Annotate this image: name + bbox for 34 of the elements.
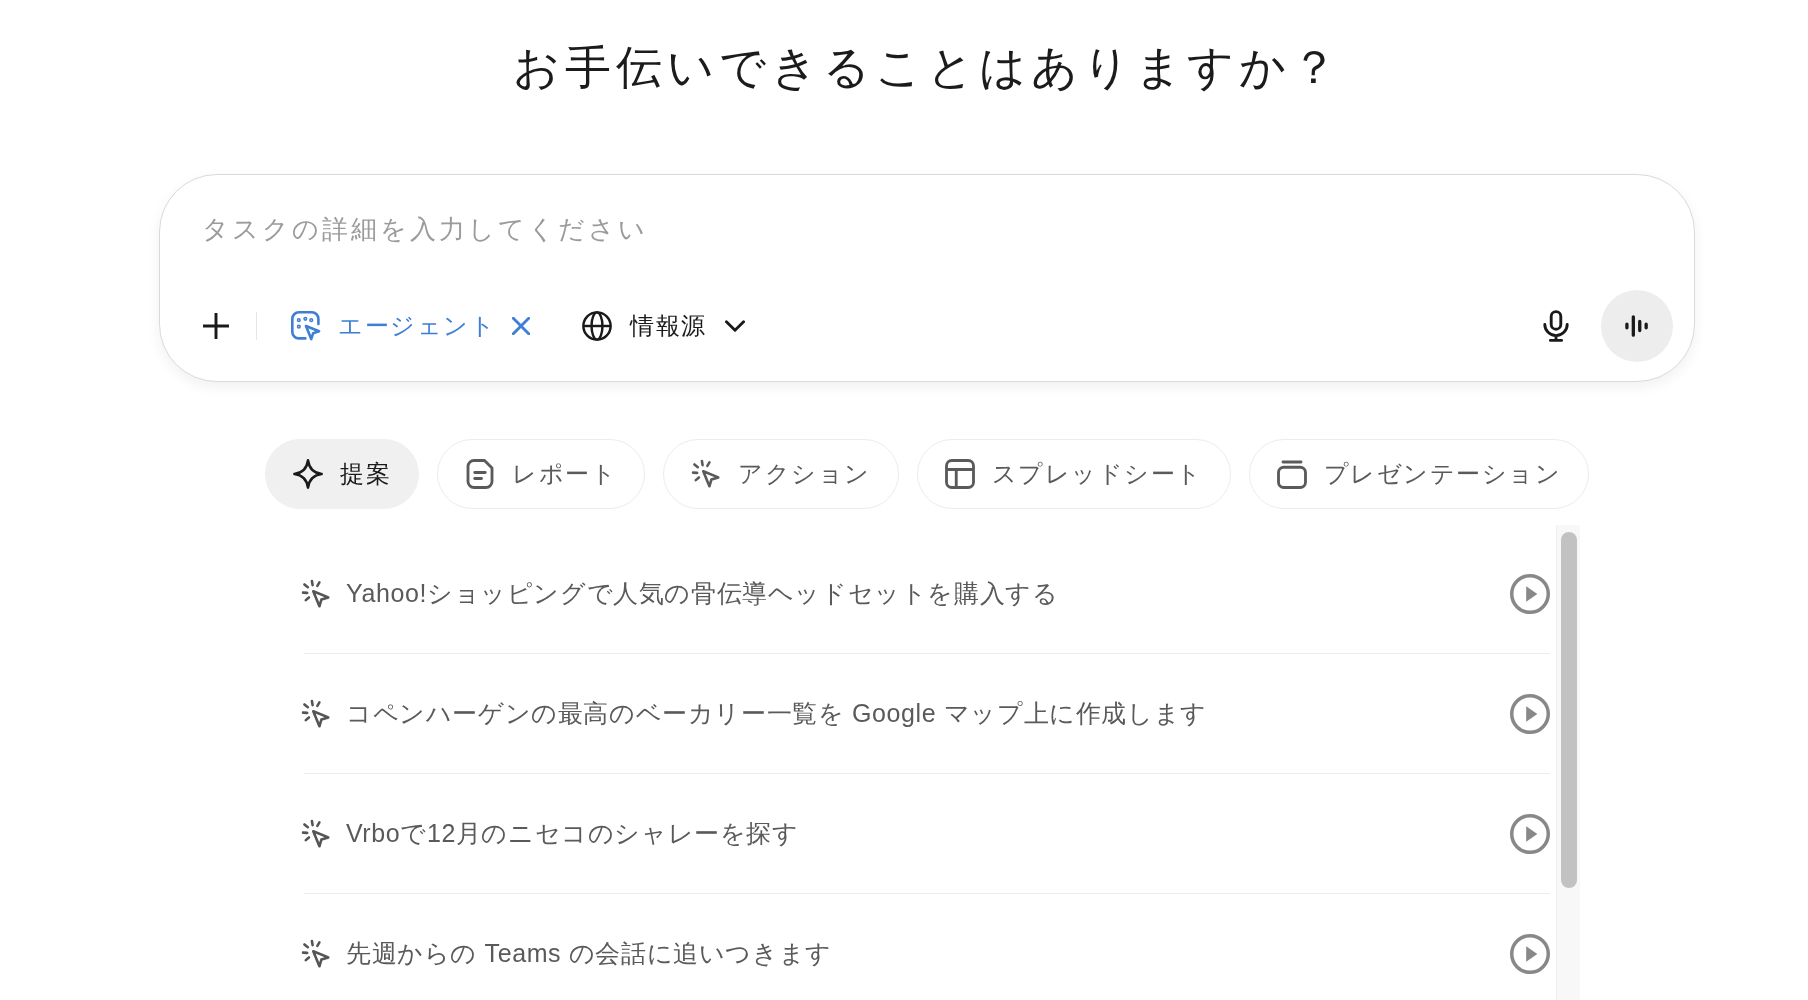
waveform-icon <box>1625 315 1649 337</box>
slides-icon <box>1276 459 1307 489</box>
play-icon[interactable] <box>1510 933 1550 974</box>
document-icon <box>465 459 495 489</box>
suggestion-text[interactable]: Yahoo!ショッピングで人気の骨伝導ヘッドセットを購入する <box>346 577 1059 610</box>
page-heading: お手伝いできることはありますか？ <box>512 40 1342 95</box>
category-tab[interactable]: レポート <box>437 439 645 509</box>
category-tab[interactable]: 提案 <box>265 439 419 509</box>
play-icon[interactable] <box>1510 573 1550 614</box>
agent-mode-chip[interactable]: エージェント <box>291 310 496 342</box>
category-tab[interactable]: アクション <box>663 439 899 509</box>
microphone-icon <box>1543 310 1569 342</box>
suggestion-text[interactable]: Vrboで12月のニセコのシャレーを探す <box>346 817 799 850</box>
plus-icon <box>203 313 229 339</box>
cursor-click-icon <box>301 578 331 609</box>
sparkle-icon <box>293 459 323 489</box>
cursor-frame-icon <box>291 311 321 341</box>
table-icon <box>944 459 975 489</box>
suggestion-text[interactable]: コペンハーゲンの最高のベーカリー一覧を Google マップ上に作成します <box>346 697 1207 730</box>
cursor-click-icon <box>301 818 331 849</box>
globe-icon <box>582 311 612 341</box>
cursor-click-icon <box>301 938 331 969</box>
source-dropdown[interactable]: 情報源 <box>582 310 745 342</box>
task-input[interactable]: タスクの詳細を入力してください <box>194 202 1673 256</box>
scrollbar-thumb[interactable] <box>1560 532 1577 888</box>
cursor-click-icon <box>691 459 721 489</box>
cursor-click-icon <box>301 698 331 729</box>
play-icon[interactable] <box>1510 813 1550 854</box>
close-icon[interactable] <box>512 317 530 335</box>
play-icon[interactable] <box>1510 693 1550 734</box>
category-tab[interactable]: スプレッドシート <box>916 439 1231 509</box>
suggestion-text[interactable]: 先週からの Teams の会話に追いつきます <box>346 937 832 970</box>
category-tab[interactable]: プレゼンテーション <box>1248 439 1589 509</box>
chevron-down-icon <box>724 320 745 332</box>
